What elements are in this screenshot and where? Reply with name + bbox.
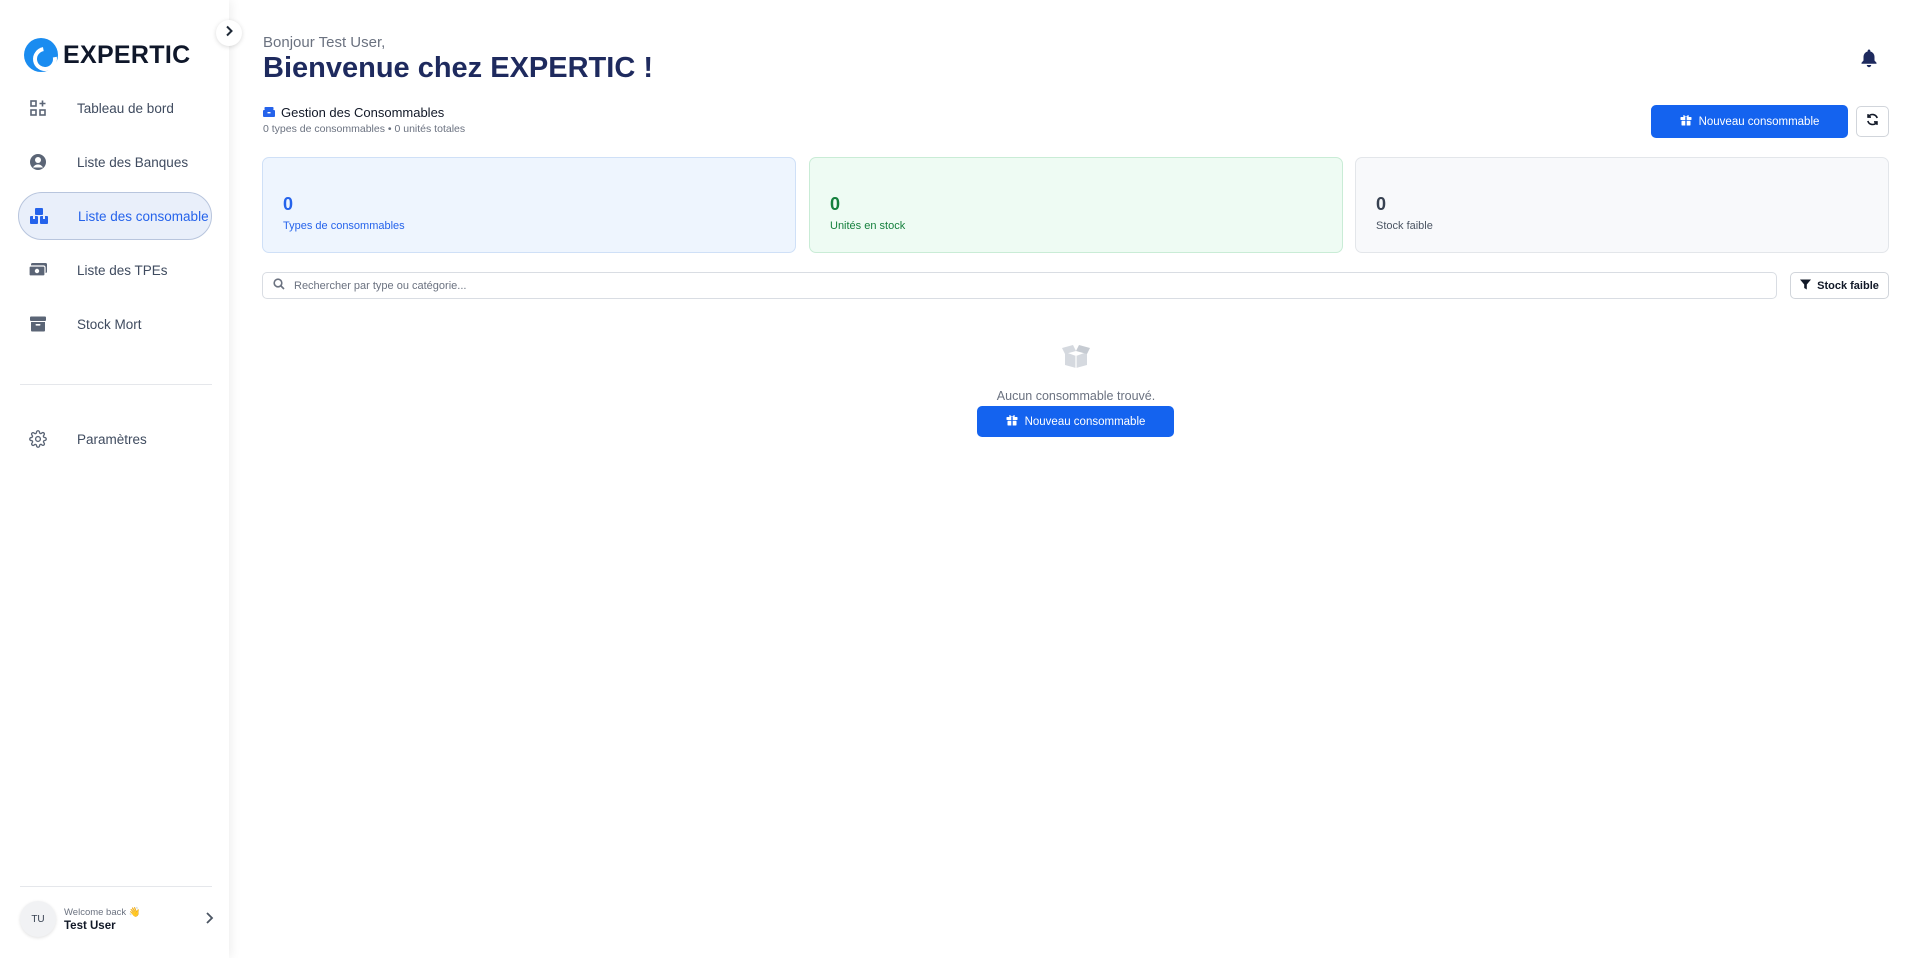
gear-icon bbox=[28, 429, 48, 449]
sidebar-nav: Tableau de bord Liste des Banques Liste … bbox=[18, 84, 212, 354]
empty-box-icon bbox=[1061, 344, 1091, 373]
user-welcome-text: Welcome back 👋 bbox=[64, 906, 141, 918]
sidebar-collapse-button[interactable] bbox=[216, 20, 242, 46]
stat-card-low-stock: 0 Stock faible bbox=[1355, 157, 1889, 253]
boxes-icon bbox=[263, 105, 275, 120]
page-title: Bienvenue chez EXPERTIC ! bbox=[263, 52, 653, 84]
user-info: Welcome back 👋 Test User bbox=[64, 907, 141, 932]
greeting-text: Bonjour Test User, bbox=[263, 34, 386, 51]
chevron-right-icon bbox=[224, 24, 234, 42]
stat-card-types: 0 Types de consommables bbox=[262, 157, 796, 253]
avatar: TU bbox=[20, 901, 56, 937]
sidebar-item-liste-des-consomable[interactable]: Liste des consomable bbox=[18, 192, 212, 240]
section-subtitle: 0 types de consommables • 0 unités total… bbox=[263, 123, 466, 135]
stat-label: Types de consommables bbox=[283, 220, 405, 232]
gift-box-icon bbox=[1006, 414, 1018, 429]
sidebar: EXPERTIC Tableau de bord Liste des Banqu… bbox=[0, 0, 229, 958]
sidebar-item-liste-des-banques[interactable]: Liste des Banques bbox=[18, 138, 212, 186]
section-title-row: Gestion des Consommables bbox=[263, 105, 465, 120]
sidebar-item-stock-mort[interactable]: Stock Mort bbox=[18, 300, 212, 348]
money-bill-icon bbox=[28, 260, 48, 280]
sidebar-item-label: Liste des TPEs bbox=[77, 262, 168, 278]
new-consumable-label: Nouveau consommable bbox=[1698, 115, 1820, 128]
brand-logo[interactable]: EXPERTIC bbox=[24, 38, 190, 72]
search-input[interactable] bbox=[294, 279, 1694, 292]
boxes-icon bbox=[29, 206, 49, 226]
stat-value: 0 bbox=[1376, 194, 1387, 214]
sidebar-item-tableau-de-bord[interactable]: Tableau de bord bbox=[18, 84, 212, 132]
refresh-icon bbox=[1866, 113, 1879, 131]
empty-new-consumable-button[interactable]: Nouveau consommable bbox=[977, 406, 1174, 437]
sidebar-item-parametres[interactable]: Paramètres bbox=[18, 415, 212, 463]
search-bar bbox=[262, 272, 1777, 299]
empty-new-consumable-label: Nouveau consommable bbox=[1024, 415, 1146, 428]
stat-card-units: 0 Unités en stock bbox=[809, 157, 1343, 253]
empty-state-message: Aucun consommable trouvé. bbox=[996, 389, 1156, 403]
new-consumable-button[interactable]: Nouveau consommable bbox=[1651, 105, 1848, 138]
section-title: Gestion des Consommables bbox=[281, 105, 445, 120]
user-name: Test User bbox=[64, 919, 116, 932]
stat-label: Stock faible bbox=[1376, 220, 1433, 232]
stat-value: 0 bbox=[283, 194, 294, 214]
sidebar-divider bbox=[20, 384, 212, 385]
filter-icon bbox=[1800, 279, 1812, 293]
sidebar-item-liste-des-tpes[interactable]: Liste des TPEs bbox=[18, 246, 212, 294]
archive-icon bbox=[28, 314, 48, 334]
stat-value: 0 bbox=[830, 194, 841, 214]
gift-box-icon bbox=[1680, 114, 1692, 129]
section-header: Gestion des Consommables 0 types de cons… bbox=[263, 105, 465, 135]
search-icon bbox=[273, 277, 285, 295]
sidebar-item-label: Paramètres bbox=[77, 431, 147, 447]
refresh-button[interactable] bbox=[1856, 106, 1889, 137]
stat-label: Unités en stock bbox=[830, 220, 906, 232]
user-divider bbox=[20, 886, 212, 887]
dashboard-grid-icon bbox=[28, 98, 48, 118]
filter-label: Stock faible bbox=[1817, 279, 1879, 292]
brand-name: EXPERTIC bbox=[63, 40, 191, 69]
chevron-right-icon[interactable] bbox=[204, 911, 214, 930]
sidebar-item-label: Tableau de bord bbox=[77, 100, 174, 116]
sidebar-item-label: Stock Mort bbox=[77, 316, 142, 332]
sidebar-item-label: Liste des Banques bbox=[77, 154, 189, 170]
logo-icon bbox=[24, 38, 58, 72]
sidebar-settings-group: Paramètres bbox=[18, 415, 212, 469]
bell-icon bbox=[1860, 49, 1878, 72]
user-circle-icon bbox=[28, 152, 48, 172]
user-profile[interactable]: TU Welcome back 👋 Test User bbox=[20, 900, 214, 938]
notifications-button[interactable] bbox=[1860, 48, 1878, 73]
low-stock-filter-button[interactable]: Stock faible bbox=[1790, 272, 1889, 299]
sidebar-item-label: Liste des consomable bbox=[78, 208, 209, 224]
